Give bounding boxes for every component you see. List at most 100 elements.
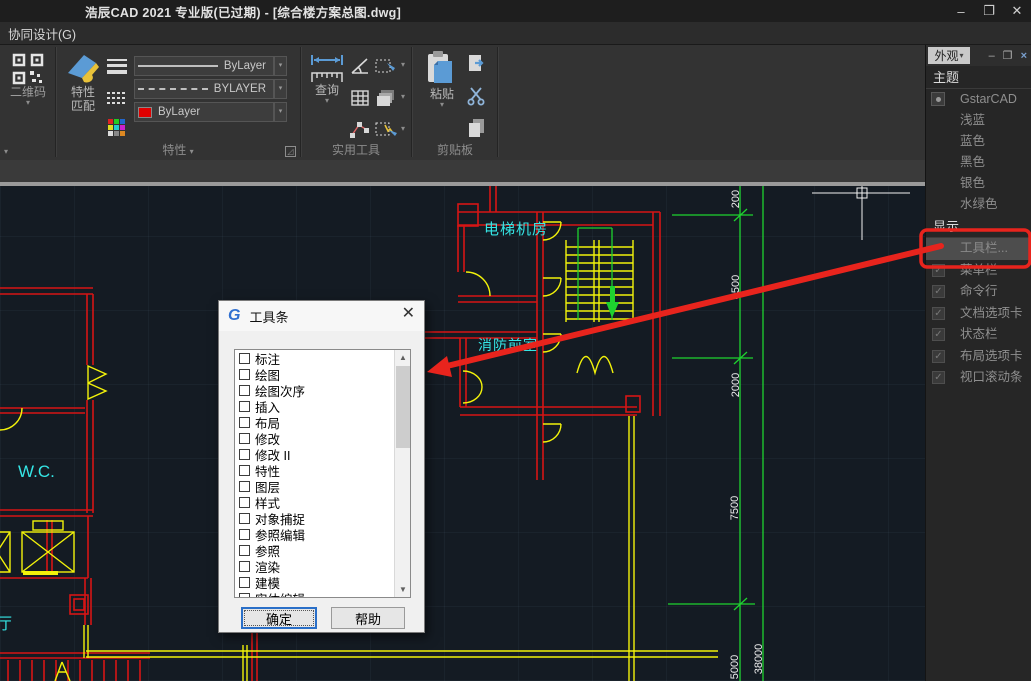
match-properties-button[interactable]: 特性匹配 [60,51,106,113]
theme-item-silver[interactable]: 银色 [926,173,1031,194]
color-palette-icon-button[interactable] [105,117,129,139]
stair-direction-arrow [610,286,615,302]
checkbox-icon[interactable] [239,481,250,492]
room-label-wc: W.C. [18,462,55,481]
checkbox-icon[interactable] [239,465,250,476]
linetype-dropdown[interactable]: ▾ [274,79,287,99]
properties-group-footer[interactable]: 特性 ▾ [57,143,299,159]
checkbox-icon[interactable] [239,593,250,599]
checkbox-icon[interactable] [239,401,250,412]
checkbox-icon[interactable] [239,545,250,556]
checkbox-icon[interactable] [239,561,250,572]
scissors-icon [467,86,487,106]
linetype-icon-button[interactable] [105,87,129,109]
minimize-icon[interactable]: – [953,4,969,19]
theme-item-lightblue[interactable]: 浅蓝 [926,110,1031,131]
help-button[interactable]: 帮助 [331,607,405,629]
dialog-scrollbar[interactable]: ▲ ▼ [394,350,410,597]
paste-button[interactable]: 粘贴 ▾ [420,51,464,108]
theme-item-aqua[interactable]: 水绿色 [926,194,1031,215]
toolbars-dialog: G 工具条 ✕ 标注 绘图 绘图次序 插入 布局 修改 修改 II 特性 图层 … [218,300,425,633]
appearance-button-label: 外观 [934,47,958,64]
checkbox-icon[interactable] [239,385,250,396]
linetype-field[interactable]: BYLAYER [134,79,274,99]
ok-button[interactable]: 确定 [241,607,317,629]
dialog-titlebar[interactable]: G 工具条 ✕ [219,301,424,331]
select-window-icon-button[interactable]: ▾ [374,55,398,77]
panel-restore-icon[interactable]: ❐ [1003,49,1013,62]
utility-group-footer[interactable]: 实用工具 [302,143,410,159]
restore-icon[interactable]: ❐ [981,3,997,19]
checkbox-icon[interactable] [239,449,250,460]
theme-item-blue[interactable]: 蓝色 [926,131,1031,152]
checkbox-icon[interactable] [239,417,250,428]
checkbox-icon[interactable] [239,529,250,540]
lineweight-dropdown[interactable]: ▾ [274,56,287,76]
scrollbar-thumb[interactable] [396,366,410,448]
display-item-document-tabs[interactable]: ✓ 文档选项卡 [926,303,1031,325]
group-divider [497,47,499,157]
check-icon: ✓ [932,328,945,341]
close-icon[interactable]: ✕ [1009,3,1025,19]
cut-scissors-icon-button[interactable] [465,85,489,107]
display-item-viewport-scrollbars[interactable]: ✓ 视口滚动条 [926,367,1031,389]
drawing-canvas[interactable]: 电梯机房 消防前室 W.C. 厅 200 4500 2000 7500 5000… [0,186,925,681]
copy-icon [467,118,487,138]
polyline-vertex-icon-button[interactable] [348,119,372,141]
quick-select-icon-button[interactable]: ▾ [374,119,398,141]
copy-layers-icon-button[interactable]: ▾ [374,87,398,109]
checkbox-icon[interactable] [239,353,250,364]
scroll-up-icon[interactable]: ▲ [395,350,411,365]
theme-label: 黑色 [960,155,985,169]
ribbon: 二维码 ▾ ▾ 特性匹配 [0,45,925,160]
dim-200: 200 [730,190,742,208]
theme-item-gstarcad[interactable]: GstarCAD [926,89,1031,110]
color-dropdown[interactable]: ▾ [274,102,287,122]
theme-item-black[interactable]: 黑色 [926,152,1031,173]
display-item-commandline[interactable]: ✓ 命令行 [926,281,1031,303]
ribbon-group-properties: 特性匹配 ByLayer ▾ [57,45,299,160]
qr-code-button[interactable]: 二维码 ▾ [6,53,50,106]
room-label-elevator-room: 电梯机房 [484,221,548,238]
appearance-panel: 外观 ▾ – ❐ × 主题 GstarCAD 浅蓝 蓝色 黑色 银色 水绿色 显… [925,45,1031,681]
inquiry-label: 查询 [315,83,339,97]
lineweight-field[interactable]: ByLayer [134,56,274,76]
gstarcad-logo-icon: G [228,307,240,325]
scroll-down-icon[interactable]: ▼ [395,582,411,597]
checkbox-icon[interactable] [239,497,250,508]
dialog-close-icon[interactable]: ✕ [402,306,415,322]
checkbox-icon[interactable] [239,433,250,444]
display-item-layout-tabs[interactable]: ✓ 布局选项卡 [926,346,1031,368]
dimension-lines-green [578,186,763,681]
checkbox-icon[interactable] [239,577,250,588]
dialog-launcher-icon[interactable]: ◿ [285,146,296,157]
checkbox-icon[interactable] [239,513,250,524]
angle-icon-button[interactable] [348,55,372,77]
panel-minimize-icon[interactable]: – [989,50,995,62]
lineweight-sample [138,65,218,67]
appearance-dropdown-button[interactable]: 外观 ▾ [928,47,970,64]
lineweight-icon-button[interactable] [105,55,129,77]
theme-label: 水绿色 [960,197,998,211]
chevron-down-icon: ▾ [401,125,405,132]
chevron-down-icon: ▾ [401,61,405,68]
display-item-menubar[interactable]: ✓ 菜单栏 [926,260,1031,282]
menu-collaboration[interactable]: 协同设计(G) [0,24,84,43]
copy-clip-icon-button[interactable] [465,53,489,75]
display-item-label: 工具栏... [960,241,1008,255]
qr-group-footer[interactable]: ▾ [0,143,55,159]
clipboard-group-footer[interactable]: 剪贴板 [413,143,497,159]
panel-close-icon[interactable]: × [1021,50,1027,62]
checkbox-icon[interactable] [239,369,250,380]
table-icon-button[interactable] [348,87,372,109]
elevator-door-sill [23,571,58,575]
match-properties-label: 特性匹配 [69,85,97,113]
display-item-statusbar[interactable]: ✓ 状态栏 [926,324,1031,346]
color-field[interactable]: ByLayer [134,102,274,122]
display-item-toolbars[interactable]: 工具栏... [926,238,1031,260]
copy-icon-button[interactable] [465,117,489,139]
toolbar-list-item[interactable]: 实体编辑 [235,590,410,598]
measure-distance-icon [310,53,344,83]
drawing-area-top-edge [0,160,1031,186]
inquiry-button[interactable]: 查询 ▾ [306,53,348,104]
